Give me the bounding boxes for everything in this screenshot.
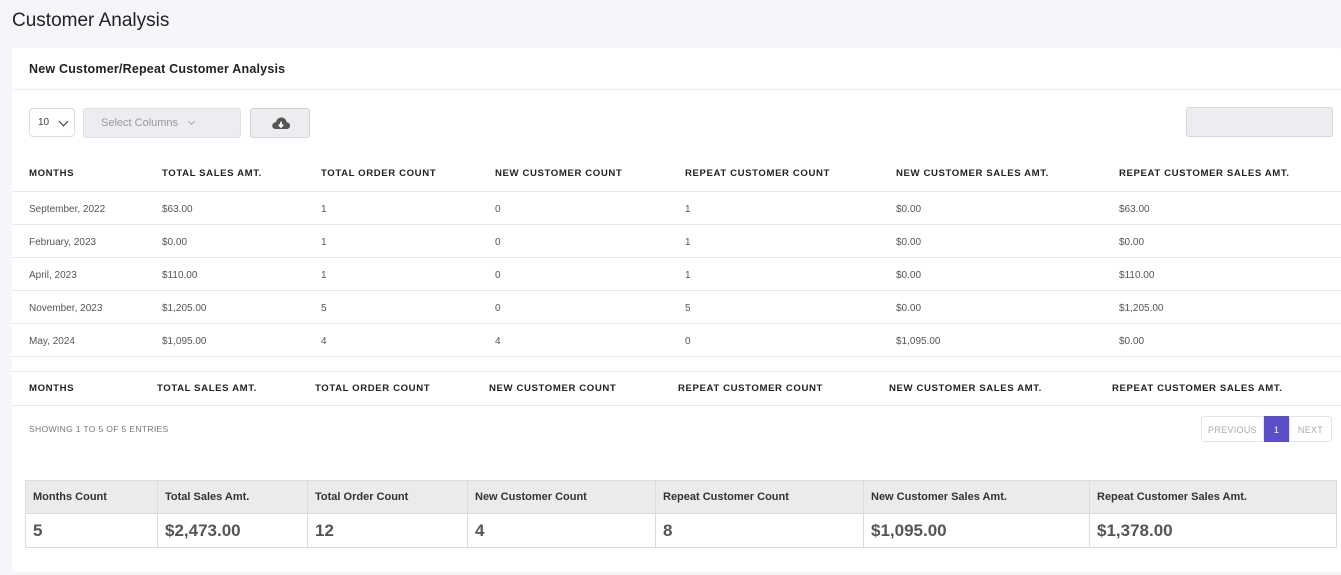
cell-repeat-customers: 5 xyxy=(685,290,896,324)
cell-total-orders: 1 xyxy=(321,191,495,225)
summary-value-repeat-customer-sales: $1,378.00 xyxy=(1089,513,1337,548)
cell-month: April, 2023 xyxy=(12,257,162,291)
cell-new-customer-sales: $1,095.00 xyxy=(896,323,1119,357)
cell-repeat-customers: 1 xyxy=(685,191,896,225)
cell-repeat-customer-sales: $110.00 xyxy=(1119,257,1341,291)
footer-header-total-sales: TOTAL SALES AMT. xyxy=(157,371,315,406)
page-1-button[interactable]: 1 xyxy=(1264,416,1289,442)
summary-header-months-count: Months Count xyxy=(25,480,158,514)
cell-new-customers: 0 xyxy=(495,290,685,324)
summary-value-total-orders: 12 xyxy=(307,513,468,548)
cell-total-sales: $1,205.00 xyxy=(162,290,321,324)
cell-total-sales: $63.00 xyxy=(162,191,321,225)
summary-value-repeat-customers: 8 xyxy=(655,513,864,548)
cell-repeat-customer-sales: $0.00 xyxy=(1119,224,1341,258)
cell-total-orders: 5 xyxy=(321,290,495,324)
entries-info: SHOWING 1 TO 5 OF 5 ENTRIES xyxy=(29,424,169,434)
summary-table: Months Count Total Sales Amt. Total Orde… xyxy=(25,480,1337,548)
download-button[interactable] xyxy=(250,108,310,138)
select-columns-dropdown[interactable]: Select Columns xyxy=(83,108,241,138)
summary-header-total-sales: Total Sales Amt. xyxy=(157,480,308,514)
summary-header-total-orders: Total Order Count xyxy=(307,480,468,514)
footer-header-months: MONTHS xyxy=(12,371,157,406)
cell-month: May, 2024 xyxy=(12,323,162,357)
search-input[interactable] xyxy=(1186,107,1333,137)
cell-repeat-customer-sales: $1,205.00 xyxy=(1119,290,1341,324)
cell-repeat-customer-sales: $0.00 xyxy=(1119,323,1341,357)
page-length-select[interactable]: 10 xyxy=(29,108,75,137)
cell-total-sales: $1,095.00 xyxy=(162,323,321,357)
table-row: September, 2022 $63.00 1 0 1 $0.00 $63.0… xyxy=(12,191,1341,225)
table-row: May, 2024 $1,095.00 4 4 0 $1,095.00 $0.0… xyxy=(12,323,1341,357)
table-row: February, 2023 $0.00 1 0 1 $0.00 $0.00 xyxy=(12,224,1341,258)
footer-header-total-orders: TOTAL ORDER COUNT xyxy=(315,371,489,406)
cell-month: February, 2023 xyxy=(12,224,162,258)
footer-header-repeat-customers: REPEAT CUSTOMER COUNT xyxy=(678,371,889,406)
column-header-repeat-customers[interactable]: REPEAT CUSTOMER COUNT xyxy=(685,154,896,192)
cell-new-customers: 0 xyxy=(495,224,685,258)
cell-new-customers: 0 xyxy=(495,191,685,225)
data-table-footer: MONTHS TOTAL SALES AMT. TOTAL ORDER COUN… xyxy=(12,371,1341,406)
next-page-button[interactable]: NEXT xyxy=(1289,416,1332,442)
cell-new-customer-sales: $0.00 xyxy=(896,191,1119,225)
footer-header-new-customers: NEW CUSTOMER COUNT xyxy=(489,371,678,406)
summary-header-new-customers: New Customer Count xyxy=(467,480,656,514)
page-length-value: 10 xyxy=(38,117,50,128)
page-title: Customer Analysis xyxy=(12,10,170,31)
cell-new-customer-sales: $0.00 xyxy=(896,290,1119,324)
cell-new-customer-sales: $0.00 xyxy=(896,224,1119,258)
cell-repeat-customers: 1 xyxy=(685,224,896,258)
summary-header-repeat-customers: Repeat Customer Count xyxy=(655,480,864,514)
pagination: PREVIOUS 1 NEXT xyxy=(1201,416,1332,442)
cell-total-orders: 4 xyxy=(321,323,495,357)
data-table-body: September, 2022 $63.00 1 0 1 $0.00 $63.0… xyxy=(12,191,1341,357)
cell-total-orders: 1 xyxy=(321,257,495,291)
footer-header-new-customer-sales: NEW CUSTOMER SALES AMT. xyxy=(889,371,1112,406)
column-header-months[interactable]: MONTHS xyxy=(12,154,162,192)
data-table-header: MONTHS TOTAL SALES AMT. TOTAL ORDER COUN… xyxy=(12,154,1341,192)
table-row: November, 2023 $1,205.00 5 0 5 $0.00 $1,… xyxy=(12,290,1341,324)
footer-header-repeat-customer-sales: REPEAT CUSTOMER SALES AMT. xyxy=(1112,371,1341,406)
cell-repeat-customers: 1 xyxy=(685,257,896,291)
cell-total-sales: $110.00 xyxy=(162,257,321,291)
column-header-repeat-customer-sales[interactable]: REPEAT CUSTOMER SALES AMT. xyxy=(1119,154,1341,192)
card-title: New Customer/Repeat Customer Analysis xyxy=(29,62,286,76)
card-header: New Customer/Repeat Customer Analysis xyxy=(12,48,1341,90)
summary-header-new-customer-sales: New Customer Sales Amt. xyxy=(863,480,1090,514)
column-header-new-customer-sales[interactable]: NEW CUSTOMER SALES AMT. xyxy=(896,154,1119,192)
cell-repeat-customer-sales: $63.00 xyxy=(1119,191,1341,225)
column-header-total-sales[interactable]: TOTAL SALES AMT. xyxy=(162,154,321,192)
cell-repeat-customers: 0 xyxy=(685,323,896,357)
chevron-down-icon xyxy=(58,116,69,127)
summary-value-total-sales: $2,473.00 xyxy=(157,513,308,548)
analysis-card: New Customer/Repeat Customer Analysis 10… xyxy=(12,48,1341,572)
cell-new-customer-sales: $0.00 xyxy=(896,257,1119,291)
previous-page-button[interactable]: PREVIOUS xyxy=(1201,416,1264,442)
cell-total-sales: $0.00 xyxy=(162,224,321,258)
cell-month: September, 2022 xyxy=(12,191,162,225)
summary-value-new-customers: 4 xyxy=(467,513,656,548)
summary-header-repeat-customer-sales: Repeat Customer Sales Amt. xyxy=(1089,480,1337,514)
cell-month: November, 2023 xyxy=(12,290,162,324)
select-columns-placeholder: Select Columns xyxy=(101,117,179,129)
cloud-download-icon xyxy=(272,117,291,129)
column-header-new-customers[interactable]: NEW CUSTOMER COUNT xyxy=(495,154,685,192)
table-row: April, 2023 $110.00 1 0 1 $0.00 $110.00 xyxy=(12,257,1341,291)
column-header-total-orders[interactable]: TOTAL ORDER COUNT xyxy=(321,154,495,192)
cell-new-customers: 0 xyxy=(495,257,685,291)
chevron-down-icon xyxy=(187,117,196,126)
summary-value-months-count: 5 xyxy=(25,513,158,548)
summary-value-new-customer-sales: $1,095.00 xyxy=(863,513,1090,548)
cell-new-customers: 4 xyxy=(495,323,685,357)
cell-total-orders: 1 xyxy=(321,224,495,258)
